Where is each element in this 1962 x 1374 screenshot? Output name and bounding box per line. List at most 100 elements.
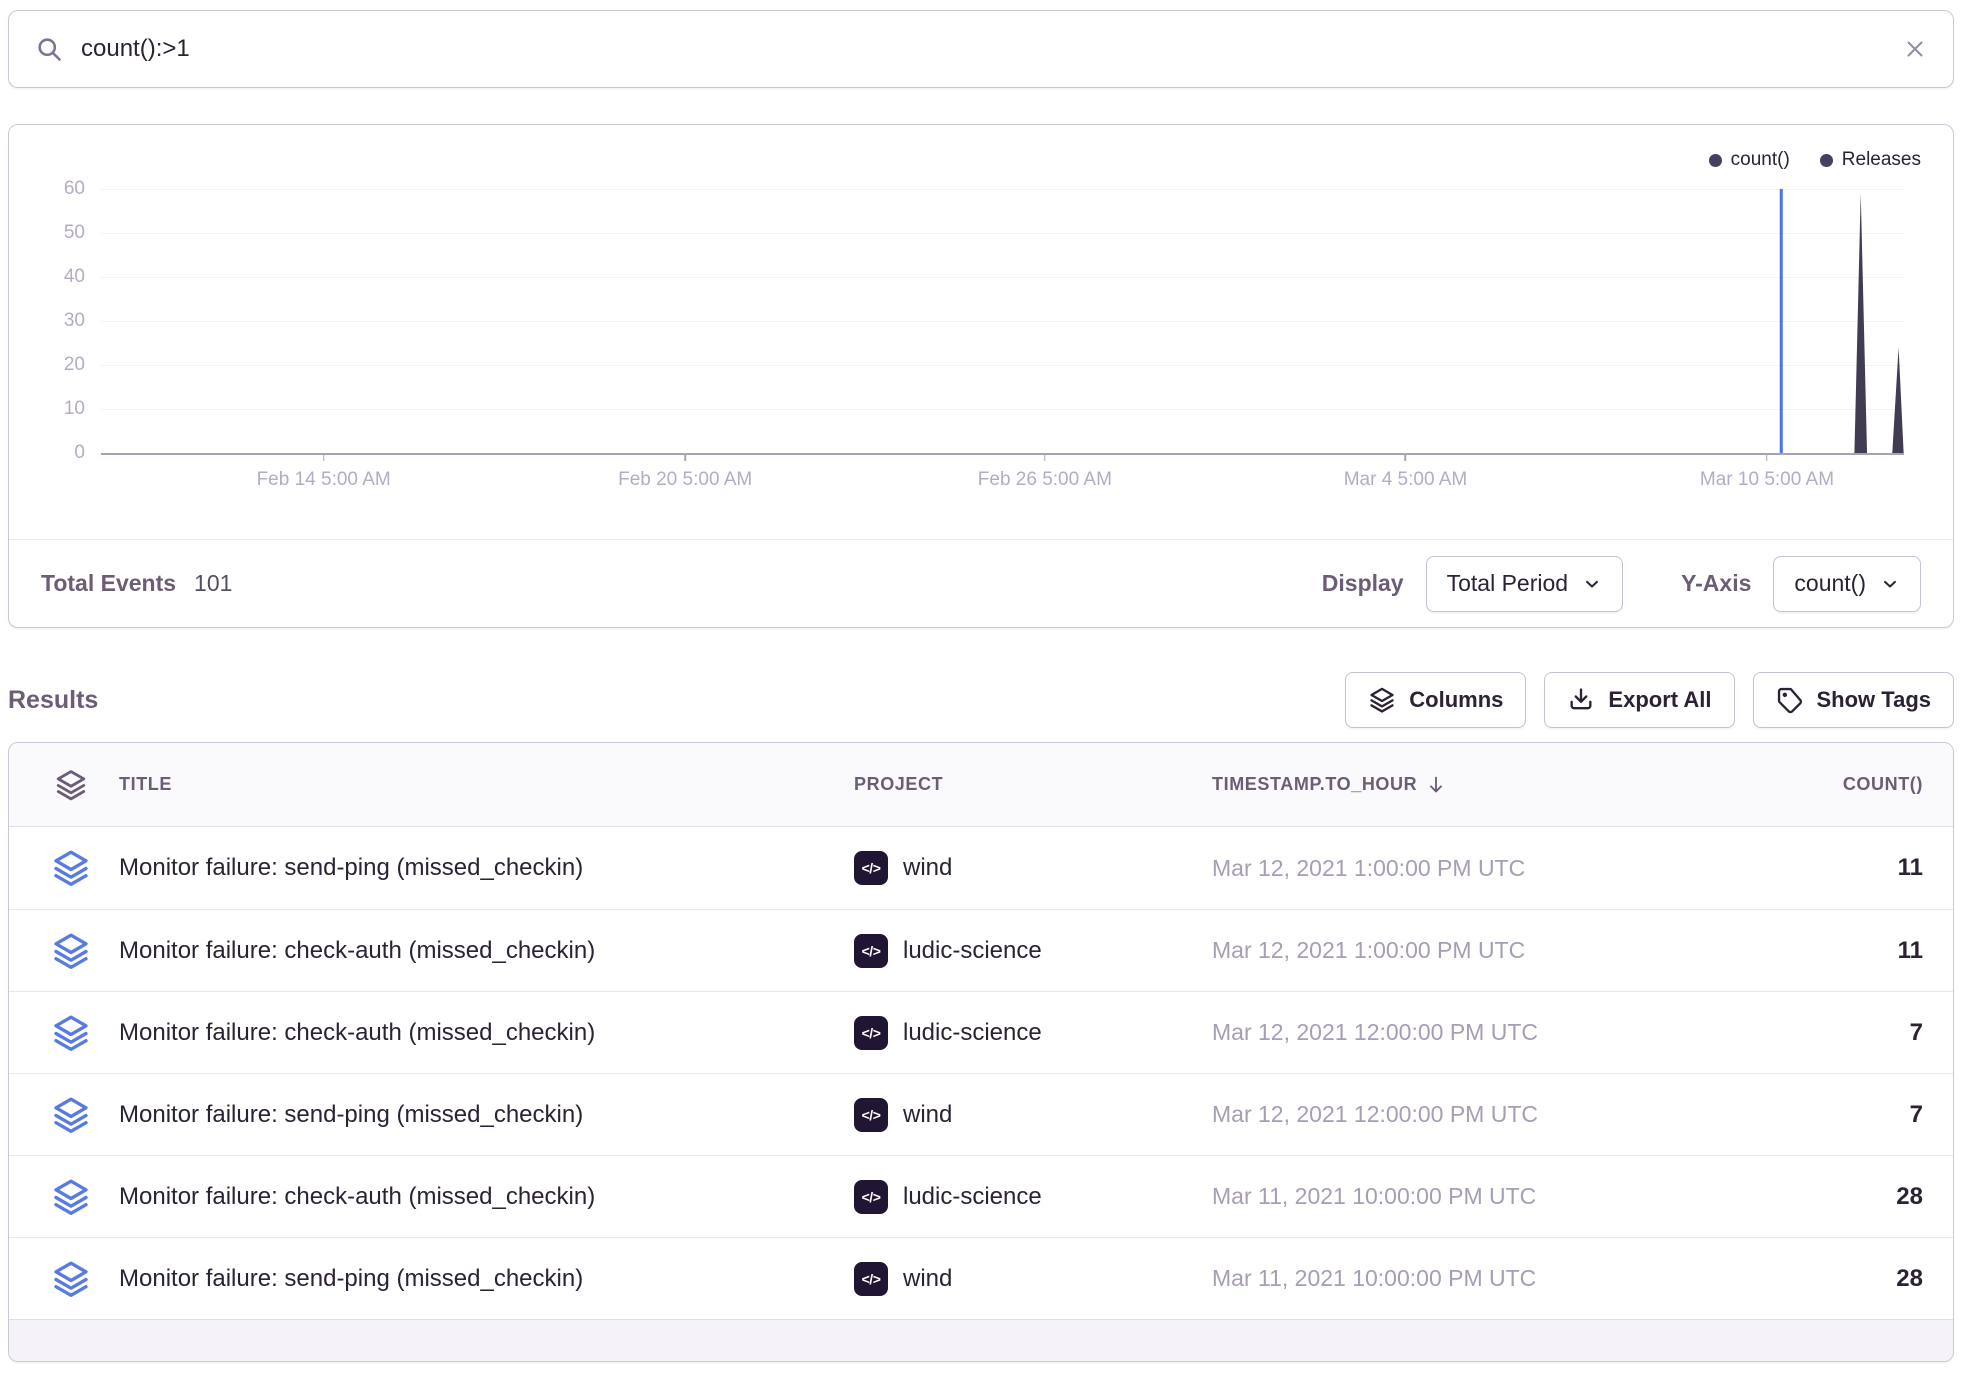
- event-count: 11: [1648, 854, 1923, 882]
- yaxis-select[interactable]: count(): [1773, 556, 1921, 612]
- layers-icon: [1368, 686, 1396, 714]
- column-header-timestamp-label: TIMESTAMP.TO_HOUR: [1212, 774, 1417, 795]
- platform-code-icon: </>: [854, 1262, 888, 1296]
- chart-plot-area: 0102030405060Feb 14 5:00 AMFeb 20 5:00 A…: [101, 189, 1904, 453]
- platform-code-icon: </>: [854, 934, 888, 968]
- project-name: wind: [903, 1265, 952, 1293]
- project-cell: </> wind: [854, 851, 1196, 885]
- sort-descending-icon: [1425, 774, 1447, 796]
- search-input[interactable]: [81, 35, 1903, 63]
- results-header: Results Columns Export All Show Tags: [8, 672, 1954, 728]
- x-tick-label: Mar 10 5:00 AM: [1700, 469, 1834, 491]
- table-row[interactable]: Monitor failure: send-ping (missed_check…: [9, 1073, 1953, 1155]
- clear-search-icon[interactable]: [1903, 37, 1927, 61]
- y-tick-label: 30: [64, 310, 85, 332]
- stack-icon: [51, 1177, 91, 1217]
- event-timestamp: Mar 11, 2021 10:00:00 PM UTC: [1212, 1265, 1632, 1292]
- stack-icon: [51, 1095, 91, 1135]
- search-bar[interactable]: [8, 10, 1954, 88]
- y-tick-label: 50: [64, 222, 85, 244]
- count-series-area: [101, 189, 1904, 453]
- stack-icon: [51, 1013, 91, 1053]
- row-icon-cell: [39, 1095, 103, 1135]
- stack-icon: [51, 1259, 91, 1299]
- columns-button[interactable]: Columns: [1345, 672, 1526, 728]
- project-cell: </> ludic-science: [854, 1016, 1196, 1050]
- results-actions: Columns Export All Show Tags: [1345, 672, 1954, 728]
- release-marker-line[interactable]: [1780, 189, 1783, 453]
- stack-icon: [51, 931, 91, 971]
- platform-code-icon: </>: [854, 1016, 888, 1050]
- row-icon-cell: [39, 1177, 103, 1217]
- row-icon-cell: [39, 1259, 103, 1299]
- chart-controls: Display Total Period Y-Axis count(): [1322, 556, 1921, 612]
- event-timestamp: Mar 12, 2021 1:00:00 PM UTC: [1212, 855, 1632, 882]
- legend-item-releases[interactable]: Releases: [1820, 149, 1921, 171]
- table-row[interactable]: Monitor failure: send-ping (missed_check…: [9, 827, 1953, 909]
- layers-icon: [54, 768, 88, 802]
- project-cell: </> ludic-science: [854, 1180, 1196, 1214]
- discover-page: count() Releases 0102030405060Feb 14 5:0…: [0, 0, 1962, 1362]
- y-tick-label: 20: [64, 354, 85, 376]
- column-header-project[interactable]: PROJECT: [854, 774, 1196, 795]
- chevron-down-icon: [1880, 574, 1900, 594]
- search-icon: [35, 35, 63, 63]
- chart-panel: count() Releases 0102030405060Feb 14 5:0…: [8, 124, 1954, 628]
- display-selected-value: Total Period: [1447, 570, 1568, 597]
- x-tick-label: Feb 20 5:00 AM: [618, 469, 752, 491]
- total-events: Total Events 101: [41, 570, 232, 597]
- x-axis-line: [101, 453, 1904, 455]
- total-events-label: Total Events: [41, 570, 176, 597]
- x-tick-label: Feb 14 5:00 AM: [257, 469, 391, 491]
- legend-item-count[interactable]: count(): [1709, 149, 1790, 171]
- legend-dot-icon: [1820, 154, 1833, 167]
- platform-code-icon: </>: [854, 1180, 888, 1214]
- project-name: ludic-science: [903, 1183, 1042, 1211]
- table-row[interactable]: Monitor failure: check-auth (missed_chec…: [9, 1155, 1953, 1237]
- project-cell: </> ludic-science: [854, 934, 1196, 968]
- row-icon-cell: [39, 848, 103, 888]
- column-header-timestamp[interactable]: TIMESTAMP.TO_HOUR: [1212, 774, 1632, 796]
- column-header-title[interactable]: TITLE: [119, 774, 838, 795]
- table-row[interactable]: Monitor failure: check-auth (missed_chec…: [9, 909, 1953, 991]
- row-icon-cell: [39, 1013, 103, 1053]
- table-header-row: TITLE PROJECT TIMESTAMP.TO_HOUR COUNT(): [9, 743, 1953, 827]
- project-name: ludic-science: [903, 1019, 1042, 1047]
- event-timestamp: Mar 12, 2021 1:00:00 PM UTC: [1212, 937, 1632, 964]
- results-heading: Results: [8, 686, 98, 715]
- event-timestamp: Mar 11, 2021 10:00:00 PM UTC: [1212, 1183, 1632, 1210]
- event-title-link[interactable]: Monitor failure: check-auth (missed_chec…: [119, 937, 838, 965]
- chart-legend: count() Releases: [1709, 149, 1921, 171]
- chevron-down-icon: [1582, 574, 1602, 594]
- event-title-link[interactable]: Monitor failure: check-auth (missed_chec…: [119, 1183, 838, 1211]
- event-title-link[interactable]: Monitor failure: send-ping (missed_check…: [119, 1265, 838, 1293]
- show-tags-button[interactable]: Show Tags: [1753, 672, 1955, 728]
- event-title-link[interactable]: Monitor failure: check-auth (missed_chec…: [119, 1019, 838, 1047]
- event-count: 28: [1648, 1265, 1923, 1293]
- x-tick-label: Mar 4 5:00 AM: [1344, 469, 1468, 491]
- show-tags-button-label: Show Tags: [1817, 687, 1932, 713]
- column-header-count[interactable]: COUNT(): [1648, 774, 1923, 795]
- event-title-link[interactable]: Monitor failure: send-ping (missed_check…: [119, 1101, 838, 1129]
- export-all-button[interactable]: Export All: [1544, 672, 1734, 728]
- legend-dot-icon: [1709, 154, 1722, 167]
- y-tick-label: 60: [64, 178, 85, 200]
- project-cell: </> wind: [854, 1098, 1196, 1132]
- display-select[interactable]: Total Period: [1426, 556, 1623, 612]
- total-events-value: 101: [194, 570, 232, 597]
- y-tick-label: 10: [64, 398, 85, 420]
- header-icon-cell: [39, 768, 103, 802]
- project-name: ludic-science: [903, 937, 1042, 965]
- table-row[interactable]: Monitor failure: send-ping (missed_check…: [9, 1237, 1953, 1319]
- legend-label-releases: Releases: [1842, 149, 1921, 171]
- event-title-link[interactable]: Monitor failure: send-ping (missed_check…: [119, 854, 838, 882]
- table-row[interactable]: Monitor failure: check-auth (missed_chec…: [9, 991, 1953, 1073]
- results-table: TITLE PROJECT TIMESTAMP.TO_HOUR COUNT() …: [8, 742, 1954, 1362]
- table-footer: [9, 1319, 1953, 1361]
- project-cell: </> wind: [854, 1262, 1196, 1296]
- export-all-button-label: Export All: [1608, 687, 1711, 713]
- x-tick-label: Feb 26 5:00 AM: [978, 469, 1112, 491]
- platform-code-icon: </>: [854, 1098, 888, 1132]
- project-name: wind: [903, 854, 952, 882]
- chart-footer: Total Events 101 Display Total Period Y-…: [9, 539, 1953, 627]
